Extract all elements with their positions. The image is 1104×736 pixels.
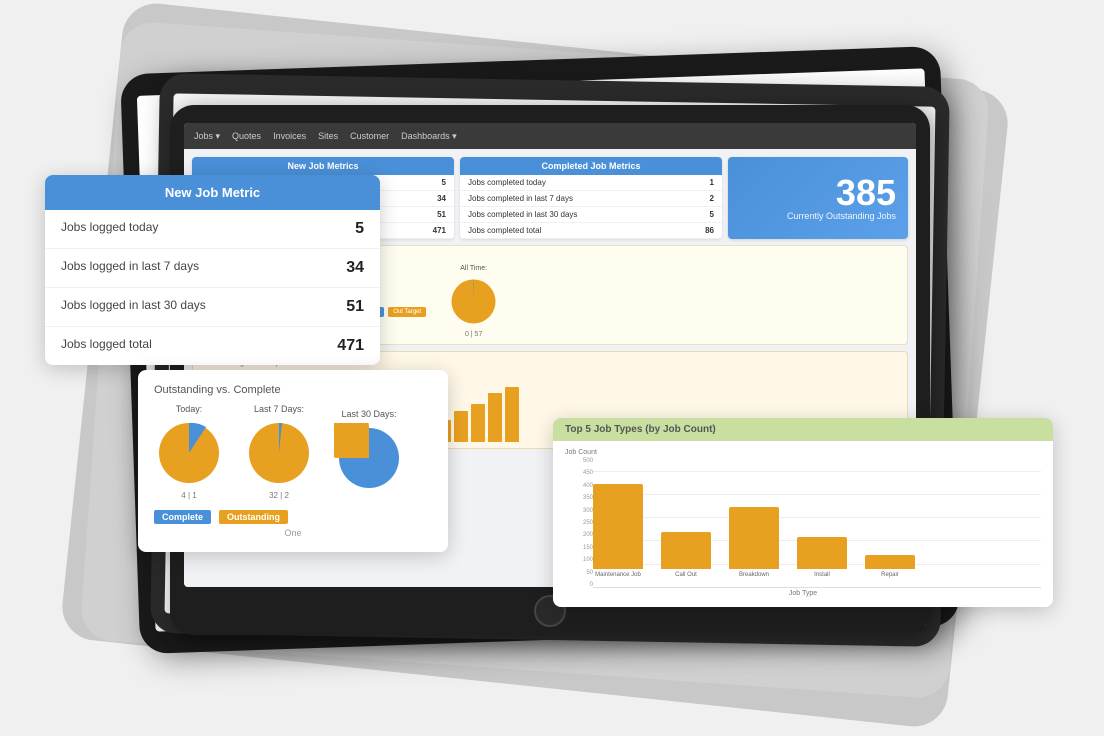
ovc-7days-val: 32 | 2 — [269, 491, 289, 500]
njm-val-2: 34 — [346, 259, 364, 277]
njm-label-2: Jobs logged in last 7 days — [61, 259, 199, 277]
ovc-7days-label: Last 7 Days: — [254, 404, 304, 414]
jt-bar-group: Install — [797, 537, 847, 578]
jt-bar-label: Repair — [881, 572, 899, 578]
jt-bar — [865, 555, 915, 569]
small-bar — [471, 404, 485, 443]
jt-bar-group: Repair — [865, 555, 915, 578]
njm-val-3: 51 — [346, 298, 364, 316]
jt-bar — [729, 507, 779, 569]
completed-job-metrics-card: Completed Job Metrics Jobs completed tod… — [460, 157, 722, 239]
ovc-30days-label: Last 30 Days: — [341, 409, 396, 419]
njm-small-header: New Job Metrics — [192, 157, 454, 175]
njm-val-1: 5 — [355, 220, 364, 238]
jt-bar-label: Install — [814, 572, 830, 578]
ovc-legend-outstanding: Outstanding — [219, 510, 288, 524]
njm-label-3: Jobs logged in last 30 days — [61, 298, 206, 316]
ovc-pie-7days — [244, 418, 314, 488]
jt-y-label: Job Count — [565, 449, 1041, 456]
ovc-pie-30days — [334, 423, 404, 493]
ovc-today-chart: Today: 4 | 1 — [154, 404, 224, 500]
jt-bar-group: Breakdown — [729, 507, 779, 578]
njm-label-1: Jobs logged today — [61, 220, 158, 238]
cjm-small-row-4: Jobs completed total86 — [460, 223, 722, 239]
jt-bar-label: Maintenance Job — [595, 572, 641, 578]
top5-jobtypes-floating-card: Top 5 Job Types (by Job Count) Job Count… — [553, 418, 1053, 607]
ovc-today-label: Today: — [176, 404, 203, 414]
cjm-small-header: Completed Job Metrics — [460, 157, 722, 175]
outstanding-jobs-card: 385 Currently Outstanding Jobs — [728, 157, 908, 239]
pie-all-time-2: All Time: 0 | 57 — [446, 265, 501, 338]
pie-sub-3: 0 | 57 — [465, 331, 482, 338]
ovc-30days-chart: Last 30 Days: — [334, 409, 404, 496]
ovc-today-val: 4 | 1 — [181, 491, 196, 500]
legend-out-target: Out Target — [388, 307, 426, 317]
jt-chart-area: Job Count 0 50 100 150 200 250 300 350 4… — [565, 449, 1041, 597]
jt-bar — [593, 484, 643, 569]
nav-customer[interactable]: Customer — [350, 131, 389, 141]
pie-svg-3 — [446, 274, 501, 329]
njm-row-3: Jobs logged in last 30 days 51 — [45, 288, 380, 327]
small-bar — [488, 393, 502, 443]
nav-bar: Jobs ▾ Quotes Invoices Sites Customer Da… — [184, 123, 916, 149]
nav-invoices[interactable]: Invoices — [273, 131, 306, 141]
ovc-charts-row: Today: 4 | 1 Last 7 Days: 32 | 2 Last 30… — [154, 404, 432, 500]
jt-bar-group: Call Out — [661, 532, 711, 578]
cjm-small-row-2: Jobs completed in last 7 days2 — [460, 191, 722, 207]
jt-bar — [797, 537, 847, 569]
jt-bars-container: Maintenance Job Call Out Breakdown Install R… — [565, 458, 1041, 578]
njm-floating-header: New Job Metric — [45, 175, 380, 210]
jt-bar-label: Call Out — [675, 572, 697, 578]
jt-bar-label: Breakdown — [739, 572, 769, 578]
ovc-legend-complete: Complete — [154, 510, 211, 524]
pie-label-3: All Time: — [460, 265, 487, 272]
nav-jobs[interactable]: Jobs ▾ — [194, 131, 220, 142]
cjm-small-row-1: Jobs completed today1 — [460, 175, 722, 191]
nav-quotes[interactable]: Quotes — [232, 131, 261, 141]
outstanding-label: Currently Outstanding Jobs — [787, 211, 896, 221]
jt-header: Top 5 Job Types (by Job Count) — [553, 418, 1053, 441]
small-bar — [505, 387, 519, 442]
cjm-small-row-3: Jobs completed in last 30 days5 — [460, 207, 722, 223]
njm-row-4: Jobs logged total 471 — [45, 327, 380, 365]
jt-bar — [661, 532, 711, 569]
njm-label-4: Jobs logged total — [61, 337, 152, 355]
nav-sites[interactable]: Sites — [318, 131, 338, 141]
outstanding-number: 385 — [836, 175, 896, 211]
ovc-legend: Complete Outstanding — [154, 510, 432, 524]
jt-bar-group: Maintenance Job — [593, 484, 643, 578]
jt-bars-wrapper: 0 50 100 150 200 250 300 350 400 450 500 — [565, 458, 1041, 588]
ovc-title: Outstanding vs. Complete — [154, 384, 432, 396]
small-bar — [454, 411, 468, 442]
ovc-7days-chart: Last 7 Days: 32 | 2 — [244, 404, 314, 500]
njm-val-4: 471 — [337, 337, 364, 355]
jt-x-axis-label: Job Type — [565, 590, 1041, 597]
ovc-pie-today — [154, 418, 224, 488]
new-job-metric-floating-card: New Job Metric Jobs logged today 5 Jobs … — [45, 175, 380, 365]
nav-dashboards[interactable]: Dashboards ▾ — [401, 131, 457, 142]
njm-row-1: Jobs logged today 5 — [45, 210, 380, 249]
outstanding-vs-floating-card: Outstanding vs. Complete Today: 4 | 1 La… — [138, 370, 448, 552]
njm-row-2: Jobs logged in last 7 days 34 — [45, 249, 380, 288]
one-label: One — [154, 528, 432, 538]
